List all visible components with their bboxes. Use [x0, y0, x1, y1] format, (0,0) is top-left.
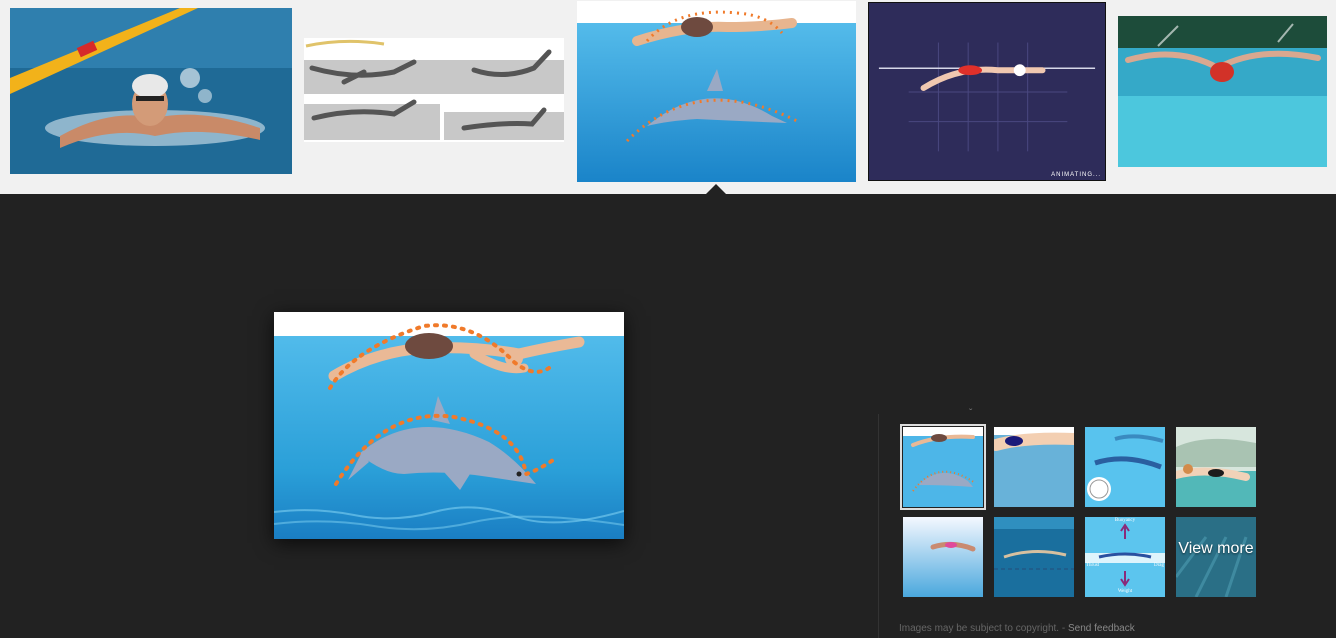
animating-caption: ANIMATING... [1051, 172, 1101, 178]
view-more-button[interactable]: View more [1176, 517, 1256, 597]
related-thumbnail-underwater-swimmer[interactable] [994, 427, 1074, 507]
related-thumbnail-forces-diagram[interactable]: Buoyancy Weight Thrust Drag [1085, 517, 1165, 597]
related-thumbnail-swimmer-illustration[interactable] [1176, 427, 1256, 507]
result-thumbnail-swimmer-dolphin[interactable] [577, 1, 856, 182]
preview-footer: Images may be subject to copyright. - Se… [899, 623, 1135, 634]
related-thumbnail-technique-diagram[interactable] [1085, 427, 1165, 507]
result-thumbnail-red-cap-swimmer[interactable] [1118, 16, 1327, 167]
result-thumbnail-butterfly-swimmer[interactable] [10, 8, 292, 174]
send-feedback-link[interactable]: Send feedback [1068, 623, 1135, 634]
weight-label: Weight [1117, 589, 1133, 594]
selection-pointer [706, 184, 726, 194]
copyright-notice: Images may be subject to copyright. [899, 623, 1060, 634]
related-thumbnail-pool-swimmer[interactable] [994, 517, 1074, 597]
image-results-strip: ANIMATING... [0, 0, 1336, 194]
view-more-label: View more [1178, 540, 1254, 557]
related-thumbnail-underwater-photo[interactable] [903, 517, 983, 597]
thrust-label: Thrust [1086, 563, 1100, 568]
footer-separator: - [1059, 623, 1068, 634]
drag-label: Drag [1154, 563, 1164, 568]
result-thumbnail-animated-swimmer[interactable]: ANIMATING... [868, 2, 1106, 181]
preview-main-image[interactable] [274, 312, 624, 539]
result-thumbnail-stroke-diagram[interactable] [304, 38, 564, 142]
scroll-up-icon[interactable]: ˇ [969, 408, 972, 419]
buoyancy-label: Buoyancy [1114, 518, 1136, 523]
related-thumbnail-swimmer-dolphin[interactable] [900, 424, 986, 510]
